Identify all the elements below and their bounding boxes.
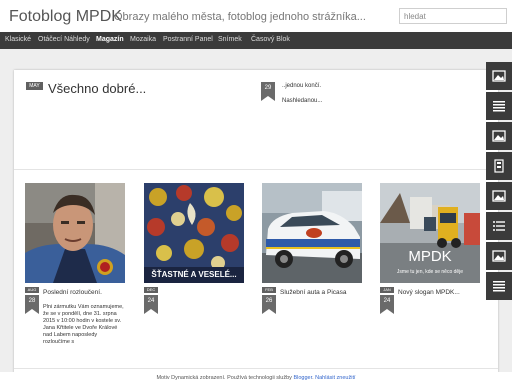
nav-item-snimek[interactable]: Snímek	[218, 36, 242, 43]
post-thumbnail[interactable]	[262, 183, 362, 283]
side-tool-button[interactable]	[486, 122, 512, 150]
card-day-tag: 26	[262, 295, 276, 314]
blog-header: Fotoblog MPDK Obrazy malého města, fotob…	[0, 0, 512, 32]
side-tool-button[interactable]	[486, 272, 512, 300]
card-month-badge: AUG	[25, 287, 39, 293]
post-month-badge: MAY	[26, 82, 43, 90]
card-image-subcaption: Jsme tu jen, kde se něco děje	[397, 269, 463, 275]
view-nav: Klasické Otáčecí Náhledy Magazín Mozaika…	[0, 32, 512, 49]
card-day-tag: 24	[144, 295, 158, 314]
post-thumbnail[interactable]: MPDK Jsme tu jen, kde se něco děje	[380, 183, 480, 283]
magazine-content: MAY Všechno dobré... 29 ..jednou končí. …	[14, 70, 498, 376]
page-footer: Motiv Dynamická zobrazení. Používá techn…	[0, 372, 512, 384]
search-input[interactable]	[399, 8, 507, 24]
card-day-tag: 28	[25, 295, 39, 314]
card-day-tag: 24	[380, 295, 394, 314]
report-abuse-link[interactable]: Nahlásit zneužití	[315, 375, 355, 381]
card-image-caption: MPDK	[408, 248, 451, 265]
gadget-icon	[494, 159, 504, 173]
portrait-officer-image	[25, 183, 125, 283]
post-card[interactable]: MPDK Jsme tu jen, kde se něco děje JAN 2…	[380, 183, 480, 373]
image-icon	[492, 70, 506, 82]
post-thumbnail[interactable]: ŠŤASTNÉ A VESELÉ...	[144, 183, 244, 283]
side-tool-button[interactable]	[486, 212, 512, 240]
blogger-link[interactable]: Blogger	[293, 375, 312, 381]
post-card[interactable]: AUG 28 Poslední rozloučení. Plni zármutk…	[25, 183, 125, 373]
nav-item-casovy-blok[interactable]: Časový Blok	[251, 36, 290, 43]
christmas-wreath-image: ŠŤASTNÉ A VESELÉ...	[144, 183, 244, 283]
card-month-badge: JAN	[380, 287, 394, 293]
image-icon	[492, 190, 506, 202]
blog-description: Obrazy malého města, fotoblog jednoho st…	[114, 11, 366, 23]
side-tool-button[interactable]	[486, 152, 512, 180]
blog-title[interactable]: Fotoblog MPDK	[9, 8, 122, 26]
side-tool-button[interactable]	[486, 62, 512, 90]
footer-text: Motiv Dynamická zobrazení. Používá techn…	[156, 375, 292, 381]
card-title[interactable]: Poslední rozloučení.	[43, 289, 102, 296]
list-icon	[493, 221, 505, 231]
nav-item-mozaika[interactable]: Mozaika	[130, 36, 156, 43]
card-month-badge: FEB	[262, 287, 276, 293]
side-tool-button[interactable]	[486, 182, 512, 210]
nav-item-magazin[interactable]: Magazín	[96, 36, 124, 43]
nav-item-klasicke[interactable]: Klasické	[5, 36, 31, 43]
card-title[interactable]: Služební auta a Picasa	[280, 289, 347, 296]
post-thumbnail[interactable]	[25, 183, 125, 283]
post-title[interactable]: Všechno dobré...	[48, 81, 146, 96]
card-title[interactable]: Nový slogan MPDK...	[398, 289, 460, 296]
police-car-image	[262, 183, 362, 283]
side-tool-button[interactable]	[486, 92, 512, 120]
card-image-caption: ŠŤASTNÉ A VESELÉ...	[151, 270, 236, 279]
street-scene-image: MPDK Jsme tu jen, kde se něco děje	[380, 183, 480, 283]
list-icon	[493, 281, 505, 292]
image-icon	[492, 250, 506, 262]
card-month-badge: DEC	[144, 287, 158, 293]
nav-item-postranni-panel[interactable]: Postranní Panel	[163, 36, 213, 43]
post-card[interactable]: FEB 26 Služební auta a Picasa	[262, 183, 362, 373]
side-tool-button[interactable]	[486, 242, 512, 270]
post-snippet-line1: ..jednou končí.	[282, 83, 322, 89]
post-day-tag: 29	[261, 82, 275, 101]
post-snippet-line2: Nashledanou...	[282, 98, 323, 104]
card-excerpt: Plni zármutku Vám oznamujeme, že se v po…	[43, 304, 124, 345]
featured-post: MAY Všechno dobré... 29 ..jednou končí. …	[14, 70, 498, 170]
list-icon	[493, 101, 505, 112]
post-card[interactable]: ŠŤASTNÉ A VESELÉ... DEC 24	[144, 183, 244, 373]
nav-item-otaceci-nahledy[interactable]: Otáčecí Náhledy	[38, 36, 90, 43]
image-icon	[492, 130, 506, 142]
